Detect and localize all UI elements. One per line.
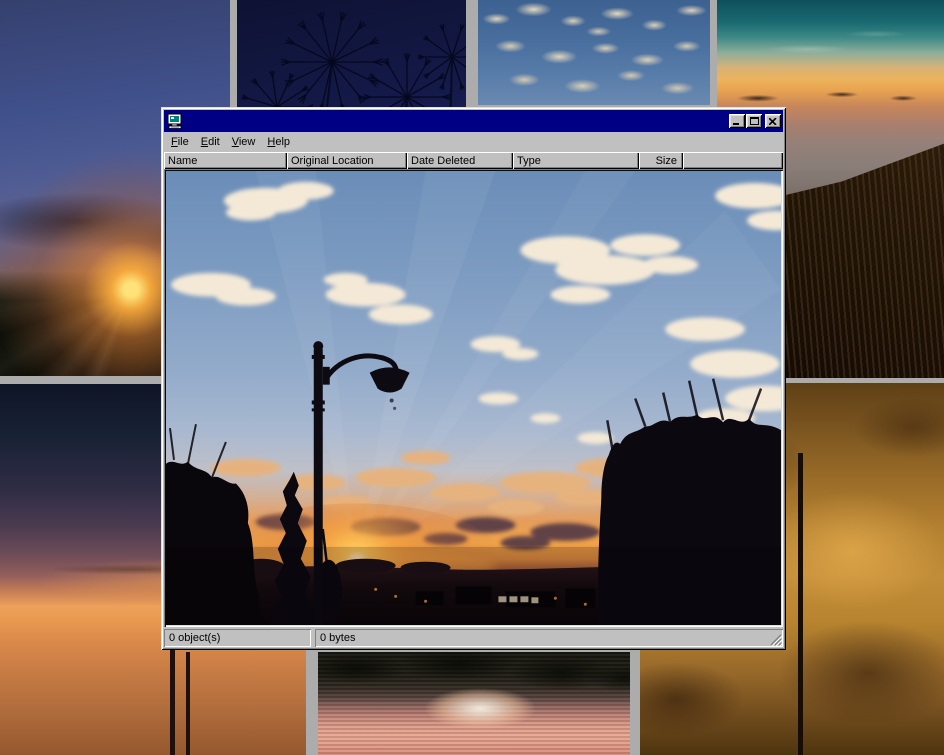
desktop: File Edit View Help Name Original Locati… — [0, 0, 944, 755]
menu-bar: File Edit View Help — [164, 132, 783, 152]
column-header-name[interactable]: Name — [164, 152, 287, 169]
lamp-post-silhouette — [798, 453, 803, 755]
minimize-button[interactable] — [729, 114, 745, 128]
menu-file[interactable]: File — [165, 134, 195, 150]
resize-grip[interactable] — [769, 633, 782, 646]
status-bar: 0 object(s) 0 bytes — [164, 629, 783, 647]
column-header-date-deleted[interactable]: Date Deleted — [407, 152, 513, 169]
folder-view-background-photo — [164, 169, 783, 627]
menu-view[interactable]: View — [226, 134, 262, 150]
column-header-original-location[interactable]: Original Location — [287, 152, 407, 169]
close-button[interactable] — [765, 114, 781, 128]
menu-help[interactable]: Help — [261, 134, 296, 150]
wallpaper-water-reflection-photo — [318, 652, 630, 755]
recycle-bin-window: File Edit View Help Name Original Locati… — [161, 107, 786, 650]
maximize-button[interactable] — [746, 114, 762, 128]
minimize-icon — [733, 118, 741, 125]
status-byte-count: 0 bytes — [315, 629, 783, 647]
menu-edit[interactable]: Edit — [195, 134, 226, 150]
column-header-size[interactable]: Size — [639, 152, 683, 169]
sunset-lamp-photo — [166, 171, 781, 625]
computer-icon[interactable] — [167, 113, 183, 129]
water-pole — [186, 652, 190, 755]
title-bar — [164, 110, 783, 132]
status-object-count: 0 object(s) — [164, 629, 311, 647]
column-header-blank[interactable] — [683, 152, 783, 169]
close-icon — [769, 118, 777, 125]
maximize-icon — [750, 117, 759, 125]
wallpaper-altocumulus-sky-photo — [478, 0, 710, 105]
column-header-row: Name Original Location Date Deleted Type… — [164, 152, 783, 169]
water-pole — [170, 646, 175, 755]
column-header-type[interactable]: Type — [513, 152, 639, 169]
